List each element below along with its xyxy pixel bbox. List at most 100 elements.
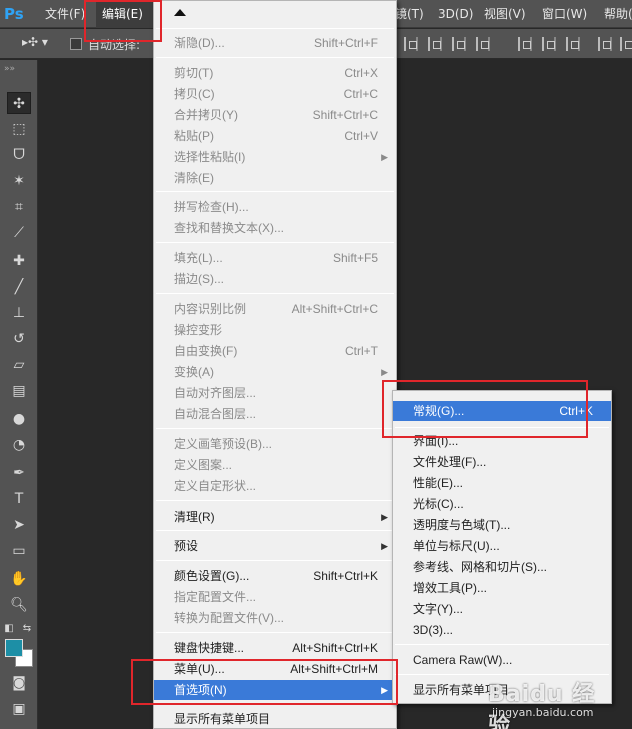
screen-mode-icon[interactable]: ▣ [7,698,31,720]
menu-item-cursors[interactable]: 光标(C)... [393,494,611,514]
menu-view[interactable]: 视图(V) [484,0,526,28]
auto-select-label: 自动选择: [88,38,141,52]
hand-icon[interactable]: ✋ [7,568,31,590]
menu-3d[interactable]: 3D(D) [438,0,473,28]
move-icon[interactable]: ✣ [7,92,31,114]
menu-item-performance[interactable]: 性能(E)... [393,473,611,493]
menu-item-transparency-gamut[interactable]: 透明度与色域(T)... [393,515,611,535]
menu-item-auto-align-layers[interactable]: 自动对齐图层... [154,383,396,403]
type-icon[interactable]: T [7,488,31,510]
menu-item-define-pattern[interactable]: 定义图案... [154,455,396,475]
align-left-icon[interactable] [476,37,490,51]
menu-item-fill[interactable]: 填充(L)... Shift+F5 [154,248,396,268]
crop-icon[interactable]: ⌗ [7,196,31,218]
marquee-icon[interactable]: ⬚ [7,118,31,140]
healing-brush-icon[interactable]: ✚ [7,250,31,272]
menu-item-preferences[interactable]: 首选项(N) ▶ [154,680,396,700]
menu-item-color-settings[interactable]: 颜色设置(G)... Shift+Ctrl+K [154,566,396,586]
distribute-left-icon[interactable] [598,37,612,51]
brush-icon[interactable]: ╱ [7,276,31,298]
menu-item-3d[interactable]: 3D(3)... [393,620,611,640]
quick-mask-icon[interactable]: ◙ [7,672,31,694]
menu-window[interactable]: 窗口(W) [542,0,587,28]
menu-item-paste-special[interactable]: 选择性粘贴(I) ▶ [154,147,396,167]
swap-colors-icon[interactable]: ⇆ [20,618,34,640]
menu-separator [156,428,394,429]
pen-icon[interactable]: ✒ [7,462,31,484]
zoom-icon[interactable]: 🔍︎ [7,594,31,616]
menu-item-cut[interactable]: 剪切(T) Ctrl+X [154,63,396,83]
menu-separator [156,293,394,294]
align-top-icon[interactable] [404,37,418,51]
align-bottom-icon[interactable] [452,37,466,51]
eyedropper-icon[interactable]: ⟋ [7,222,31,244]
menu-item-clear[interactable]: 清除(E) [154,168,396,188]
menu-filter[interactable]: 镜(T) [395,0,424,28]
menu-item-spell-check[interactable]: 拼写检查(H)... [154,197,396,217]
distribute-vcenter-icon[interactable] [542,37,556,51]
menu-item-puppet-warp[interactable]: 操控变形 [154,320,396,340]
menu-separator [156,703,394,704]
menu-item-guides-grid-slices[interactable]: 参考线、网格和切片(S)... [393,557,611,577]
menu-item-free-transform[interactable]: 自由变换(F) Ctrl+T [154,341,396,361]
photoshop-logo: Ps [4,5,24,23]
menu-item-general[interactable]: 常规(G)... Ctrl+K [393,401,611,421]
baidu-watermark: Baidu 经验 jingyan.baidu.com [488,676,618,729]
gradient-icon[interactable]: ▤ [7,380,31,402]
menu-item-file-handling[interactable]: 文件处理(F)... [393,452,611,472]
watermark-logo-text: Baidu 经验 [488,682,596,729]
menu-separator [156,28,394,29]
menu-help[interactable]: 帮助( [604,0,632,28]
magic-wand-icon[interactable]: ✶ [7,170,31,192]
submenu-arrow-icon: ▶ [381,685,388,695]
menu-separator [156,500,394,501]
lasso-icon[interactable]: ᗜ [7,144,31,166]
menu-separator [156,191,394,192]
menu-item-presets[interactable]: 预设 ▶ [154,536,396,556]
menu-item-fade[interactable]: 渐隐(D)... Shift+Ctrl+F [154,33,396,53]
menu-item-type[interactable]: 文字(Y)... [393,599,611,619]
menu-item-interface[interactable]: 界面(I)... [393,431,611,451]
blur-icon[interactable]: ● [7,408,31,430]
path-selection-icon[interactable]: ➤ [7,514,31,536]
dodge-icon[interactable]: ◔ [7,434,31,456]
menu-item-camera-raw[interactable]: Camera Raw(W)... [393,650,611,670]
menu-item-purge[interactable]: 清理(R) ▶ [154,507,396,527]
menu-item-paste[interactable]: 粘贴(P) Ctrl+V [154,126,396,146]
menu-item-keyboard-shortcuts[interactable]: 键盘快捷键... Alt+Shift+Ctrl+K [154,638,396,658]
foreground-color-swatch[interactable] [5,639,23,657]
menu-item-define-brush[interactable]: 定义画笔预设(B)... [154,434,396,454]
move-tool-preset-button[interactable]: ▸✣ ▾ [22,35,58,53]
submenu-arrow-icon: ▶ [381,367,388,377]
menu-item-menus[interactable]: 菜单(U)... Alt+Shift+Ctrl+M [154,659,396,679]
menu-item-content-aware-scale[interactable]: 内容识别比例 Alt+Shift+Ctrl+C [154,299,396,319]
auto-select-checkbox[interactable] [70,38,82,50]
distribute-bottom-icon[interactable] [566,37,580,51]
align-vcenter-icon[interactable] [428,37,442,51]
menu-item-copy-merged[interactable]: 合并拷贝(Y) Shift+Ctrl+C [154,105,396,125]
menu-separator [156,242,394,243]
menu-item-convert-profile[interactable]: 转换为配置文件(V)... [154,608,396,628]
menu-item-auto-blend-layers[interactable]: 自动混合图层... [154,404,396,424]
submenu-arrow-icon: ▶ [381,512,388,522]
menu-separator [395,427,609,428]
menu-item-plugins[interactable]: 增效工具(P)... [393,578,611,598]
menu-item-find-replace[interactable]: 查找和替换文本(X)... [154,218,396,238]
distribute-hcenter-icon[interactable] [620,37,632,51]
panel-grip-icon[interactable]: »» [4,64,15,74]
menu-file[interactable]: 文件(F) [45,0,85,28]
menu-item-transform[interactable]: 变换(A) ▶ [154,362,396,382]
clone-stamp-icon[interactable]: ⊥ [7,302,31,324]
menu-edit[interactable]: 编辑(E) [96,0,154,28]
menu-item-define-shape[interactable]: 定义自定形状... [154,476,396,496]
eraser-icon[interactable]: ▱ [7,354,31,376]
shape-icon[interactable]: ▭ [7,540,31,562]
menu-item-units-rulers[interactable]: 单位与标尺(U)... [393,536,611,556]
default-colors-icon[interactable]: ◧ [2,618,16,640]
menu-item-assign-profile[interactable]: 指定配置文件... [154,587,396,607]
history-brush-icon[interactable]: ↺ [7,328,31,350]
menu-item-stroke[interactable]: 描边(S)... [154,269,396,289]
distribute-top-icon[interactable] [518,37,532,51]
menu-item-copy[interactable]: 拷贝(C) Ctrl+C [154,84,396,104]
menu-item-show-all-menu-items[interactable]: 显示所有菜单项目 [154,709,396,729]
